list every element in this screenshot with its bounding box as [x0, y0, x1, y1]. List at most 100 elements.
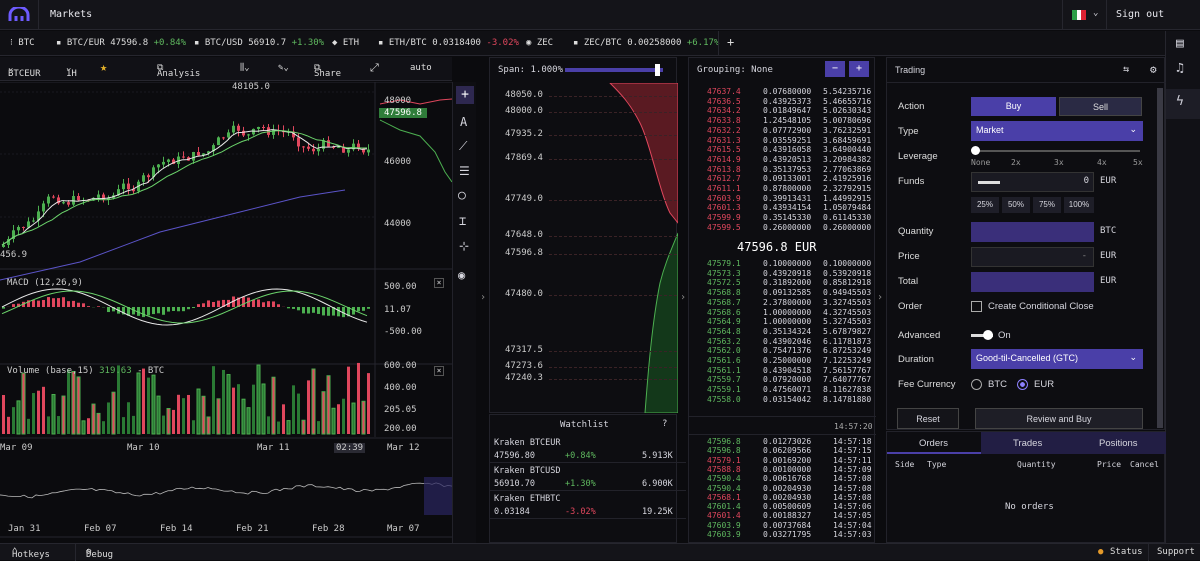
orderbook-row[interactable]: 47631.30.035592513.68459691 [689, 136, 874, 145]
debug-button[interactable]: Debug ⚙ [86, 547, 91, 557]
review-buy-button[interactable]: Review and Buy [975, 408, 1143, 429]
auto-button[interactable]: auto [410, 63, 432, 73]
hotkeys-button[interactable]: Hotkeys ⌃ [12, 547, 17, 557]
add-tab-button[interactable]: + [727, 35, 734, 49]
orderbook-row[interactable]: 47558.00.031540428.14781880 [689, 395, 874, 404]
quantity-field[interactable] [971, 222, 1094, 242]
scrollbar[interactable] [1157, 88, 1163, 428]
orderbook-row[interactable]: 47559.10.475600718.11627838 [689, 385, 874, 394]
orderbook-row[interactable]: 47564.80.351343245.67879827 [689, 327, 874, 336]
collapse-icon[interactable]: › [680, 292, 686, 303]
total-field[interactable] [971, 272, 1094, 292]
document-icon[interactable]: ▤ [1176, 36, 1184, 51]
orderbook-row[interactable]: 47568.80.091325850.94945503 [689, 288, 874, 297]
ticker-eth[interactable]: ◆ ETH [332, 38, 359, 48]
type-select[interactable]: Market⌄ [971, 121, 1143, 141]
gear-icon[interactable]: ⚙ [1150, 63, 1157, 76]
ticker-btc[interactable]: ⁝ BTC [10, 38, 35, 48]
orderbook-row[interactable]: 47636.50.439253735.46655716 [689, 97, 874, 106]
pen-icon[interactable]: ✎⌄ [278, 63, 289, 73]
orderbook-row[interactable]: 47611.10.878000002.32792915 [689, 184, 874, 193]
orderbook-row[interactable]: 47568.61.000000004.32745503 [689, 308, 874, 317]
orderbook-row[interactable]: 47564.91.000000005.32745503 [689, 317, 874, 326]
span-slider[interactable] [565, 68, 663, 72]
horizontal-lines-icon[interactable]: ☰ [459, 164, 470, 178]
grouping-minus-button[interactable]: − [825, 61, 845, 77]
collapse-icon[interactable]: › [480, 292, 486, 303]
help-icon[interactable]: ? [662, 419, 667, 429]
orderbook-row[interactable]: 47612.70.091330012.41925916 [689, 174, 874, 183]
fullscreen-icon[interactable]: ⤢ [370, 61, 379, 75]
watchlist-row[interactable]: Kraken BTCUSD56910.70+1.30%6.900K [490, 463, 686, 491]
orderbook-row[interactable]: 47563.20.439020466.11781873 [689, 337, 874, 346]
ticker-btceur[interactable]: ▪ BTC/EUR 47596.8 +0.84% [56, 38, 186, 48]
pct-100-button[interactable]: 100% [1064, 197, 1094, 213]
interval-select[interactable]: 1H ⌄ [66, 63, 71, 73]
ticker-zec[interactable]: ◉ ZEC [526, 38, 553, 48]
leverage-handle[interactable] [971, 146, 980, 155]
orderbook-row[interactable]: 47572.50.318920000.85812918 [689, 278, 874, 287]
reset-button[interactable]: Reset [897, 408, 959, 429]
measure-tool-icon[interactable]: ⊹ [459, 239, 469, 253]
buy-button[interactable]: Buy [971, 97, 1056, 116]
analysis-button[interactable]: Analysis ⧉ [157, 63, 163, 73]
plus-icon[interactable]: + [456, 86, 474, 104]
orderbook-row[interactable]: 47634.20.018496475.02630343 [689, 106, 874, 115]
span-slider-handle[interactable] [655, 64, 660, 76]
pct-50-button[interactable]: 50% [1002, 197, 1030, 213]
orderbook-row[interactable]: 47568.72.378000003.32745503 [689, 298, 874, 307]
orderbook-row[interactable]: 47603.90.399134311.44992915 [689, 194, 874, 203]
fib-tool-icon[interactable]: ⌶ [459, 214, 466, 228]
lightning-icon[interactable]: ϟ [1176, 94, 1184, 109]
close-icon[interactable]: × [434, 366, 444, 376]
orderbook-row[interactable]: 47613.80.351379532.77063869 [689, 165, 874, 174]
line-tool-icon[interactable]: ⟋ [459, 139, 467, 154]
star-icon[interactable]: ★ [100, 60, 107, 74]
orderbook-row[interactable]: 47559.70.079200007.64077767 [689, 375, 874, 384]
ticker-btcusd[interactable]: ▪ BTC/USD 56910.7 +1.30% [194, 38, 324, 48]
orderbook-row[interactable]: 47561.10.439045187.56157767 [689, 366, 874, 375]
orderbook-row[interactable]: 47637.40.076800005.54235716 [689, 87, 874, 96]
pct-75-button[interactable]: 75% [1033, 197, 1061, 213]
eye-icon[interactable]: ◉ [458, 268, 465, 282]
sign-out-link[interactable]: Sign out [1116, 9, 1164, 20]
orderbook-row[interactable]: 47561.60.250000007.12253249 [689, 356, 874, 365]
fee-eur-radio[interactable] [1017, 379, 1028, 390]
conditional-checkbox[interactable] [971, 301, 982, 312]
leverage-slider[interactable] [975, 150, 1140, 152]
orderbook-row[interactable]: 47599.50.260000000.26000000 [689, 223, 874, 232]
pair-select[interactable]: BTCEUR ⌄ [8, 63, 13, 73]
swap-icon[interactable]: ⇆ [1123, 64, 1129, 75]
kraken-logo-icon[interactable] [8, 7, 30, 23]
flag-icon[interactable] [1072, 10, 1086, 20]
orderbook-row[interactable]: 47632.20.077729003.76232591 [689, 126, 874, 135]
watchlist-row[interactable]: Kraken BTCEUR47596.80+0.84%5.913K [490, 435, 686, 463]
sell-button[interactable]: Sell [1059, 97, 1142, 116]
share-button[interactable]: Share ⧉ [314, 63, 320, 73]
watchlist-row[interactable]: Kraken ETHBTC0.03184-3.02%19.25K [490, 491, 686, 519]
support-button[interactable]: Support [1157, 547, 1195, 557]
orderbook-row[interactable]: 47633.81.245481055.00780696 [689, 116, 874, 125]
duration-select[interactable]: Good-til-Cancelled (GTC)⌄ [971, 349, 1143, 369]
orderbook-row[interactable]: 47579.10.100000000.10000000 [689, 259, 874, 268]
orderbook-row[interactable]: 47615.50.439160583.64900440 [689, 145, 874, 154]
circle-tool-icon[interactable]: ○ [458, 188, 466, 203]
pct-25-button[interactable]: 25% [971, 197, 999, 213]
funds-field[interactable]: 0 [971, 172, 1094, 192]
advanced-toggle-knob[interactable] [983, 330, 993, 340]
status-button[interactable]: Status [1110, 547, 1143, 557]
orderbook-row[interactable]: 47573.30.439209180.53920918 [689, 269, 874, 278]
collapse-icon[interactable]: › [877, 292, 883, 303]
fee-btc-radio[interactable] [971, 379, 982, 390]
orderbook-row[interactable]: 47562.00.754713766.87253249 [689, 346, 874, 355]
close-icon[interactable]: × [434, 278, 444, 288]
text-tool-icon[interactable]: A [460, 115, 467, 129]
bell-icon[interactable]: ♫ [1176, 61, 1184, 76]
ticker-zecbtc[interactable]: ▪ ZEC/BTC 0.00258000 +6.17% [573, 38, 719, 48]
nav-markets[interactable]: Markets [50, 9, 92, 20]
ticker-ethbtc[interactable]: ▪ ETH/BTC 0.0318400 -3.02% [378, 38, 519, 48]
orderbook-row[interactable]: 47614.90.439205133.20984382 [689, 155, 874, 164]
orderbook-row[interactable]: 47599.90.351453300.61145330 [689, 213, 874, 222]
candles-icon[interactable]: ⫼⌄ [240, 63, 250, 73]
price-field[interactable]: - [971, 247, 1094, 267]
